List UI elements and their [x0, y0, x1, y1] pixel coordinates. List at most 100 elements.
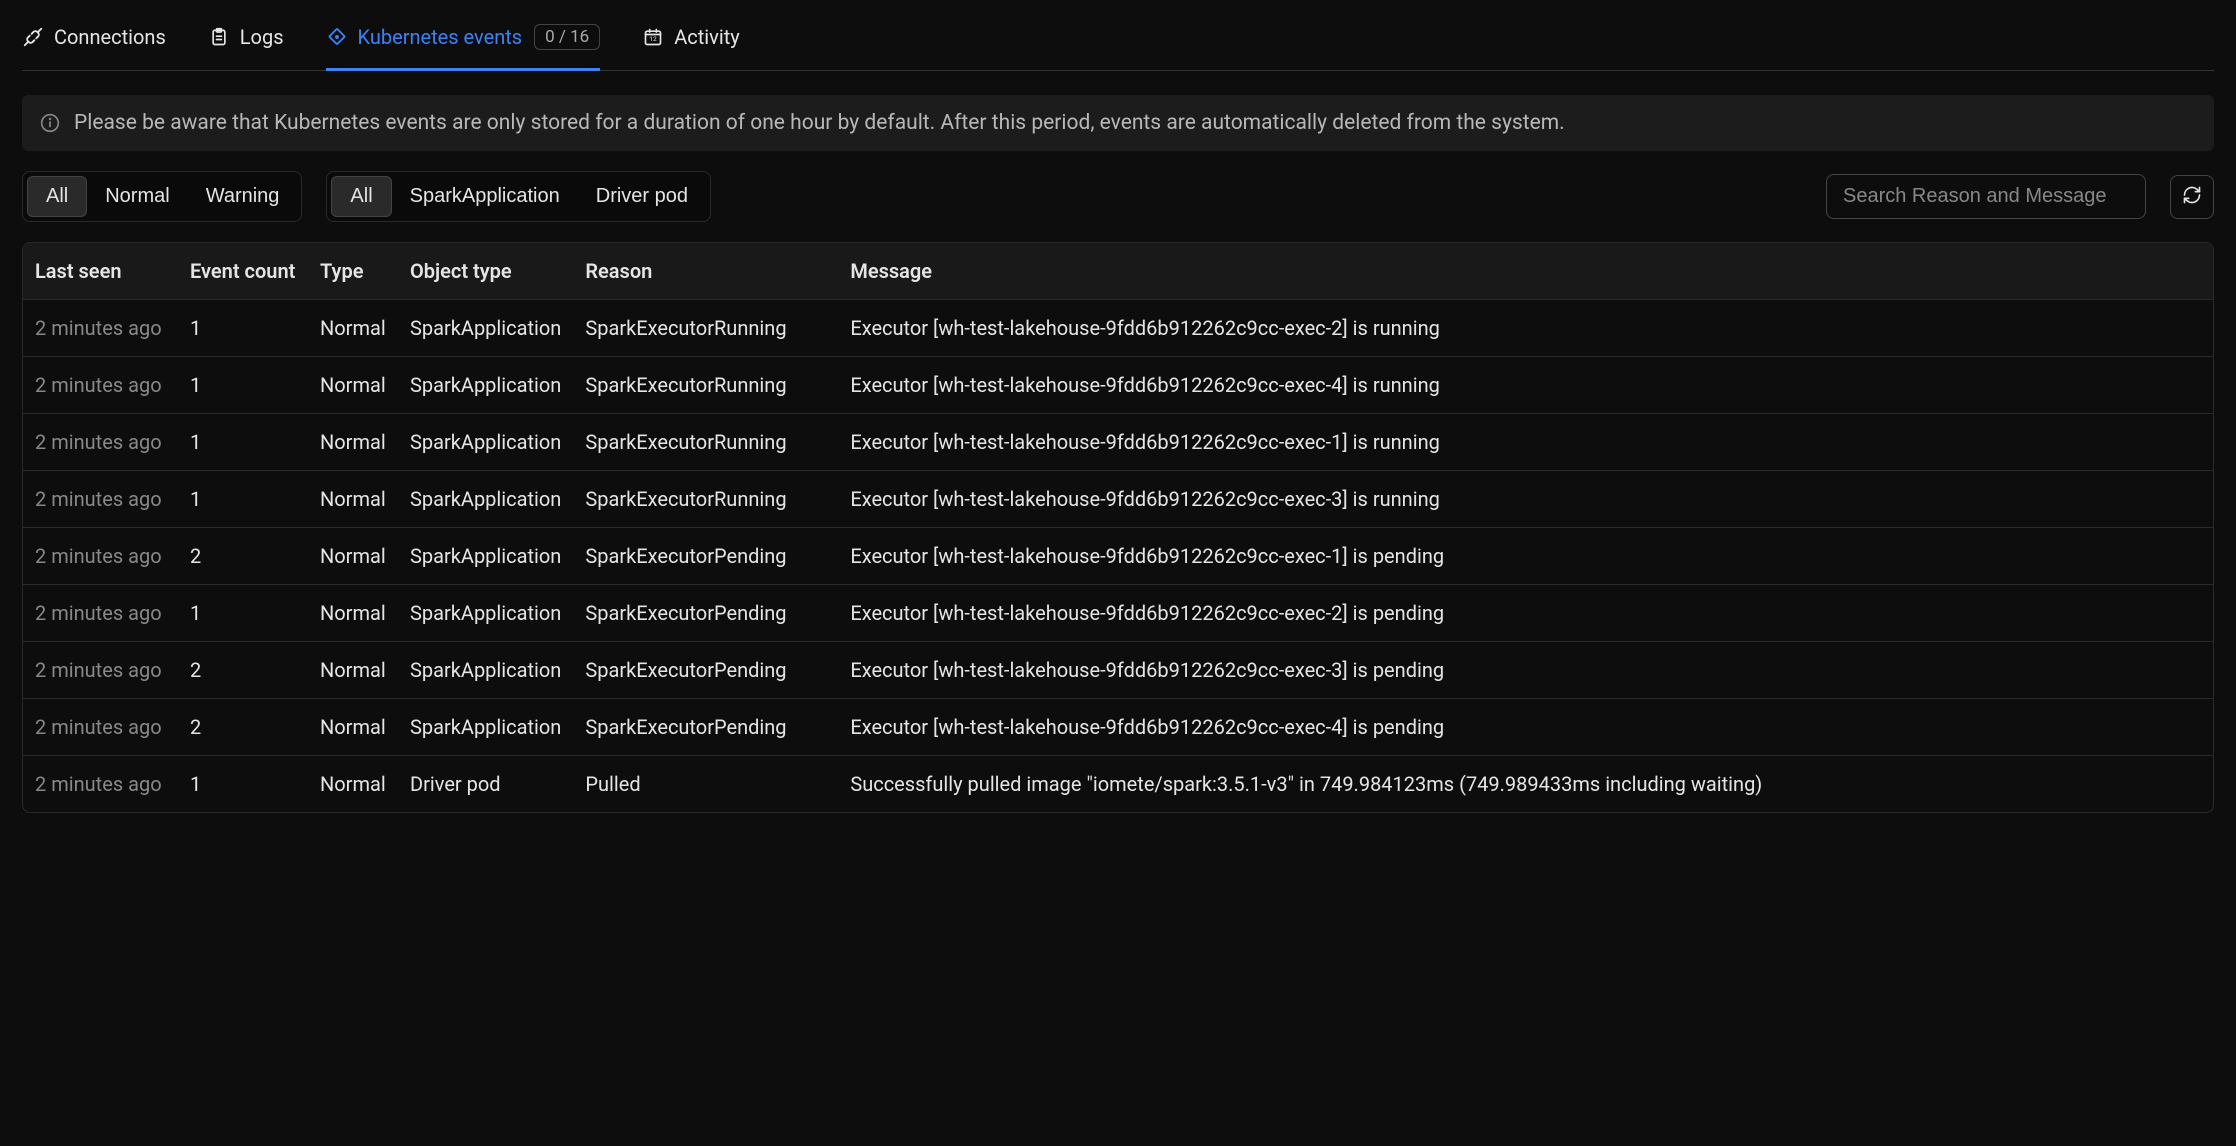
cell-last-seen: 2 minutes ago: [23, 414, 178, 471]
diamond-icon: [326, 26, 348, 48]
table-row: 2 minutes ago1NormalSparkApplicationSpar…: [23, 300, 2213, 357]
cell-last-seen: 2 minutes ago: [23, 756, 178, 813]
cell-type: Normal: [308, 585, 398, 642]
cell-event-count: 2: [178, 642, 308, 699]
th-reason: Reason: [573, 243, 838, 300]
cell-reason: SparkExecutorRunning: [573, 300, 838, 357]
table-row: 2 minutes ago2NormalSparkApplicationSpar…: [23, 528, 2213, 585]
type-filter-all[interactable]: All: [27, 176, 87, 217]
cell-reason: SparkExecutorRunning: [573, 357, 838, 414]
info-banner-text: Please be aware that Kubernetes events a…: [74, 111, 1565, 135]
table-row: 2 minutes ago2NormalSparkApplicationSpar…: [23, 642, 2213, 699]
th-last-seen: Last seen: [23, 243, 178, 300]
cell-type: Normal: [308, 357, 398, 414]
refresh-icon: [2182, 185, 2202, 208]
cell-object-type: Driver pod: [398, 756, 573, 813]
cell-event-count: 1: [178, 471, 308, 528]
svg-text:12: 12: [650, 35, 658, 43]
table-row: 2 minutes ago1NormalDriver podPulledSucc…: [23, 756, 2213, 813]
object-filter-driver-pod[interactable]: Driver pod: [578, 176, 706, 217]
tab-activity[interactable]: 12 Activity: [642, 13, 739, 69]
events-table-wrap: Last seen Event count Type Object type R…: [22, 242, 2214, 813]
tab-connections[interactable]: Connections: [22, 13, 166, 69]
object-filter-all[interactable]: All: [331, 176, 391, 217]
th-message: Message: [838, 243, 2213, 300]
table-row: 2 minutes ago1NormalSparkApplicationSpar…: [23, 471, 2213, 528]
tab-kubernetes-events[interactable]: Kubernetes events 0 / 16: [326, 12, 601, 70]
cell-last-seen: 2 minutes ago: [23, 642, 178, 699]
cell-last-seen: 2 minutes ago: [23, 300, 178, 357]
cell-event-count: 2: [178, 699, 308, 756]
controls-row: All Normal Warning All SparkApplication …: [22, 171, 2214, 222]
cell-object-type: SparkApplication: [398, 414, 573, 471]
cell-reason: SparkExecutorPending: [573, 699, 838, 756]
cell-message: Successfully pulled image "iomete/spark:…: [838, 756, 2213, 813]
tab-logs-label: Logs: [240, 25, 284, 49]
cell-message: Executor [wh-test-lakehouse-9fdd6b912262…: [838, 642, 2213, 699]
cell-event-count: 2: [178, 528, 308, 585]
cell-message: Executor [wh-test-lakehouse-9fdd6b912262…: [838, 528, 2213, 585]
cell-message: Executor [wh-test-lakehouse-9fdd6b912262…: [838, 699, 2213, 756]
clipboard-icon: [208, 26, 230, 48]
cell-object-type: SparkApplication: [398, 699, 573, 756]
tabs-nav: Connections Logs Kubernetes events 0 / 1…: [22, 12, 2214, 71]
cell-reason: Pulled: [573, 756, 838, 813]
search-input[interactable]: [1826, 174, 2146, 219]
cell-message: Executor [wh-test-lakehouse-9fdd6b912262…: [838, 300, 2213, 357]
events-count-badge: 0 / 16: [534, 24, 600, 50]
cell-type: Normal: [308, 471, 398, 528]
cell-object-type: SparkApplication: [398, 357, 573, 414]
object-filter-group: All SparkApplication Driver pod: [326, 171, 711, 222]
table-row: 2 minutes ago2NormalSparkApplicationSpar…: [23, 699, 2213, 756]
cell-event-count: 1: [178, 414, 308, 471]
table-row: 2 minutes ago1NormalSparkApplicationSpar…: [23, 357, 2213, 414]
cell-event-count: 1: [178, 585, 308, 642]
cell-reason: SparkExecutorPending: [573, 642, 838, 699]
th-type: Type: [308, 243, 398, 300]
cell-object-type: SparkApplication: [398, 471, 573, 528]
cell-last-seen: 2 minutes ago: [23, 699, 178, 756]
th-object-type: Object type: [398, 243, 573, 300]
cell-message: Executor [wh-test-lakehouse-9fdd6b912262…: [838, 357, 2213, 414]
table-row: 2 minutes ago1NormalSparkApplicationSpar…: [23, 414, 2213, 471]
cell-last-seen: 2 minutes ago: [23, 528, 178, 585]
tab-activity-label: Activity: [674, 25, 739, 49]
cell-type: Normal: [308, 414, 398, 471]
cell-type: Normal: [308, 642, 398, 699]
cell-object-type: SparkApplication: [398, 585, 573, 642]
type-filter-warning[interactable]: Warning: [188, 176, 298, 217]
plug-icon: [22, 26, 44, 48]
cell-type: Normal: [308, 528, 398, 585]
events-table: Last seen Event count Type Object type R…: [23, 243, 2213, 812]
cell-message: Executor [wh-test-lakehouse-9fdd6b912262…: [838, 414, 2213, 471]
th-event-count: Event count: [178, 243, 308, 300]
calendar-icon: 12: [642, 26, 664, 48]
info-banner: Please be aware that Kubernetes events a…: [22, 95, 2214, 151]
cell-reason: SparkExecutorRunning: [573, 414, 838, 471]
cell-type: Normal: [308, 756, 398, 813]
cell-event-count: 1: [178, 756, 308, 813]
info-icon: [40, 113, 60, 133]
table-row: 2 minutes ago1NormalSparkApplicationSpar…: [23, 585, 2213, 642]
cell-reason: SparkExecutorRunning: [573, 471, 838, 528]
tab-connections-label: Connections: [54, 25, 166, 49]
cell-last-seen: 2 minutes ago: [23, 585, 178, 642]
cell-reason: SparkExecutorPending: [573, 585, 838, 642]
object-filter-spark-application[interactable]: SparkApplication: [392, 176, 578, 217]
cell-event-count: 1: [178, 300, 308, 357]
cell-type: Normal: [308, 699, 398, 756]
cell-message: Executor [wh-test-lakehouse-9fdd6b912262…: [838, 585, 2213, 642]
cell-object-type: SparkApplication: [398, 300, 573, 357]
type-filter-group: All Normal Warning: [22, 171, 302, 222]
cell-object-type: SparkApplication: [398, 528, 573, 585]
type-filter-normal[interactable]: Normal: [87, 176, 187, 217]
refresh-button[interactable]: [2170, 175, 2214, 219]
cell-last-seen: 2 minutes ago: [23, 357, 178, 414]
cell-last-seen: 2 minutes ago: [23, 471, 178, 528]
cell-object-type: SparkApplication: [398, 642, 573, 699]
tab-logs[interactable]: Logs: [208, 13, 284, 69]
cell-event-count: 1: [178, 357, 308, 414]
cell-message: Executor [wh-test-lakehouse-9fdd6b912262…: [838, 471, 2213, 528]
tab-kubernetes-events-label: Kubernetes events: [358, 25, 523, 49]
cell-reason: SparkExecutorPending: [573, 528, 838, 585]
